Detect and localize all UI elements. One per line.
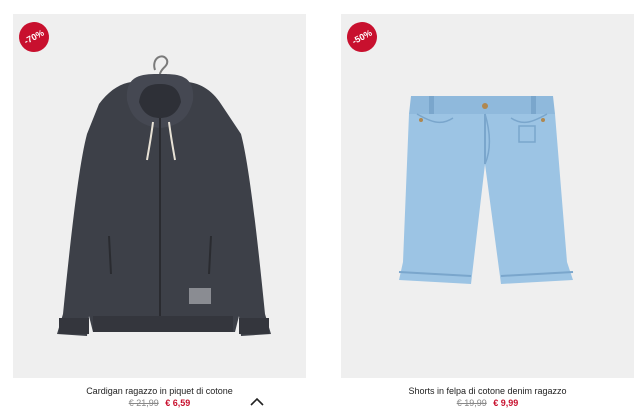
chevron-up-icon[interactable] — [250, 397, 264, 407]
product-image-area[interactable]: -50% — [341, 14, 634, 378]
product-card[interactable]: -50% Shorts in felpa di cotone denim rag… — [341, 14, 634, 408]
old-price: € 21,99 — [128, 398, 159, 408]
price-row: € 19,99 € 9,99 — [341, 398, 634, 408]
old-price: € 19,99 — [456, 398, 487, 408]
product-title[interactable]: Cardigan ragazzo in piquet di cotone — [13, 386, 306, 396]
product-card[interactable]: -70% Cardigan ragazzo in piquet di coton… — [13, 14, 306, 408]
denim-shorts-image — [398, 96, 574, 284]
product-image-area[interactable]: -70% — [13, 14, 306, 378]
sale-price: € 6,59 — [165, 398, 191, 408]
product-title[interactable]: Shorts in felpa di cotone denim ragazzo — [341, 386, 634, 396]
hoodie-image — [57, 55, 271, 336]
sale-price: € 9,99 — [493, 398, 519, 408]
